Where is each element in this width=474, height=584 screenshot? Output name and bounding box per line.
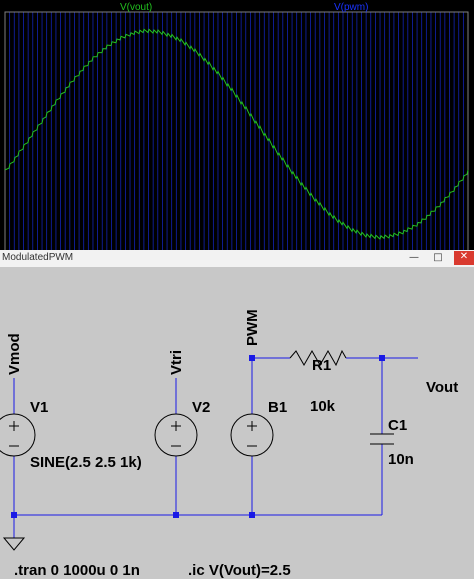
net-label-pwm[interactable]: PWM <box>244 309 261 346</box>
window-titlebar[interactable]: ModulatedPWM — □ ✕ <box>0 250 474 268</box>
r1-ref[interactable]: R1 <box>312 357 331 374</box>
junction-pwm <box>249 355 255 361</box>
junction-gnd-b1 <box>249 512 255 518</box>
pwm-trace <box>4 12 469 258</box>
v1-ref[interactable]: V1 <box>30 399 48 416</box>
waveform-pane: V(vout) V(pwm) 0ms0.1ms0.2ms0.3ms0.4ms0.… <box>0 0 474 272</box>
tran-directive[interactable]: .tran 0 1000u 0 1n <box>14 562 140 579</box>
schematic-canvas[interactable]: Vmod Vtri PWM Vout V1 SINE(2.5 2.5 1k) V… <box>0 268 474 584</box>
junction-gnd-v1 <box>11 512 17 518</box>
junction-gnd-v2 <box>173 512 179 518</box>
net-label-vout[interactable]: Vout <box>426 379 458 396</box>
net-label-vtri[interactable]: Vtri <box>168 350 185 375</box>
legend-vpwm[interactable]: V(pwm) <box>334 2 368 13</box>
window-title: ModulatedPWM <box>2 252 74 263</box>
waveform-plot: V(vout) V(pwm) 0ms0.1ms0.2ms0.3ms0.4ms0.… <box>0 0 474 272</box>
schematic-drawing: Vmod Vtri PWM Vout V1 SINE(2.5 2.5 1k) V… <box>0 268 474 584</box>
b1-ref[interactable]: B1 <box>268 399 287 416</box>
r1-value[interactable]: 10k <box>310 398 336 415</box>
schematic-window: ModulatedPWM — □ ✕ Vmod Vtri PWM Vout V1… <box>0 250 474 584</box>
v2-ref[interactable]: V2 <box>192 399 210 416</box>
c1-value[interactable]: 10n <box>388 451 414 468</box>
net-label-vmod[interactable]: Vmod <box>6 333 23 375</box>
maximize-button[interactable]: □ <box>432 252 444 264</box>
legend-vout[interactable]: V(vout) <box>120 2 152 13</box>
close-button[interactable]: ✕ <box>454 251 474 265</box>
junction-vout <box>379 355 385 361</box>
c1-ref[interactable]: C1 <box>388 417 407 434</box>
v1-value[interactable]: SINE(2.5 2.5 1k) <box>30 454 142 471</box>
ic-directive[interactable]: .ic V(Vout)=2.5 <box>188 562 291 579</box>
minimize-button[interactable]: — <box>408 252 420 264</box>
